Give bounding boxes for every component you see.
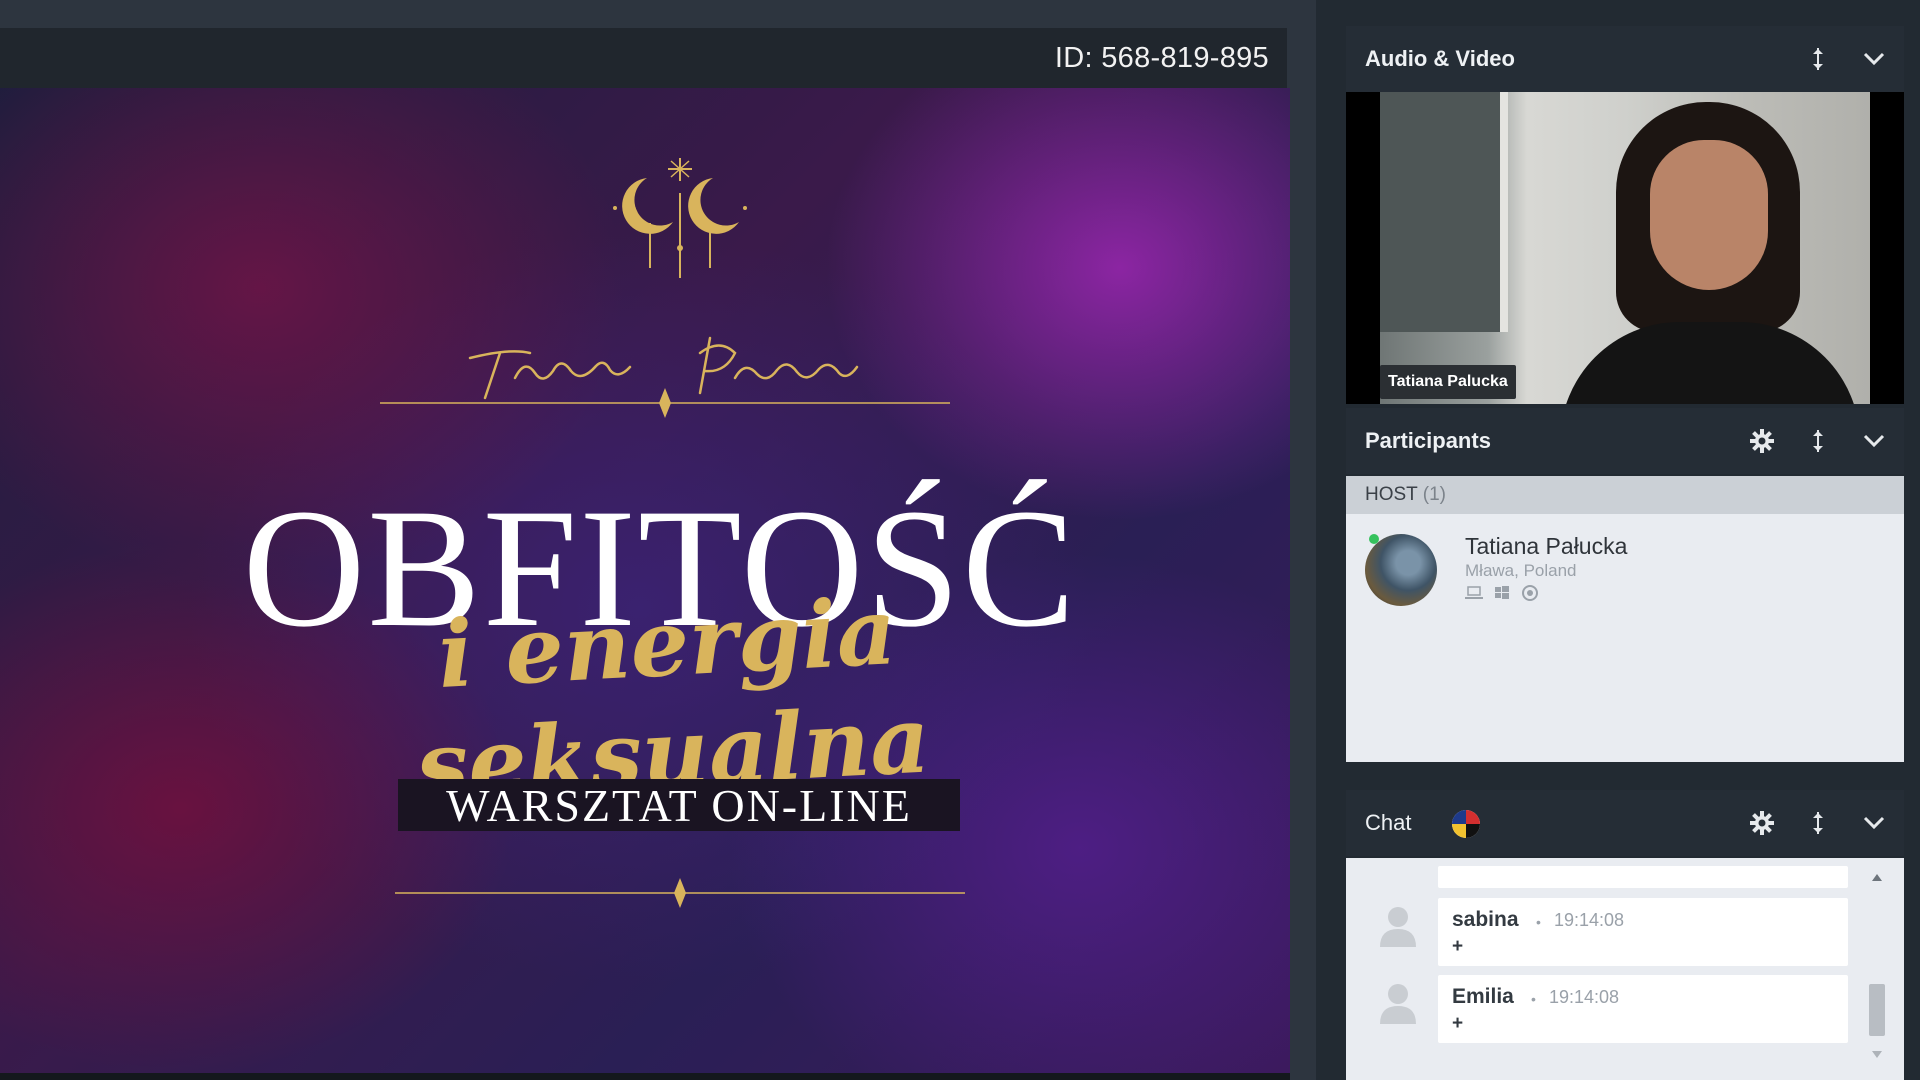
audio-video-title: Audio & Video: [1365, 46, 1515, 71]
chat-messages[interactable]: sabina • 19:14:08 + Emilia • 19:14:08 +: [1346, 858, 1904, 1080]
chat-message: Emilia • 19:14:08 +: [1438, 975, 1848, 1043]
background-window: [1380, 92, 1508, 332]
presentation-slide: OBFITOŚĆ i energia seksualna WARSZTAT ON…: [0, 88, 1290, 1073]
chevron-down-icon[interactable]: [1860, 45, 1888, 73]
participant-location: Mława, Poland: [1465, 561, 1577, 580]
participants-title: Participants: [1365, 428, 1491, 453]
audio-video-header[interactable]: Audio & Video: [1346, 26, 1904, 92]
person-body: [1560, 322, 1860, 404]
video-name-label: Tatiana Palucka: [1380, 365, 1516, 399]
participant-devices: [1465, 584, 1539, 602]
webcam-image: [1380, 92, 1870, 404]
ornament-divider-bottom: [395, 878, 965, 908]
language-flag-icon[interactable]: [1451, 809, 1481, 839]
ornament-divider-top: [380, 388, 950, 418]
scroll-down-icon[interactable]: [1871, 1050, 1883, 1060]
chevron-down-icon[interactable]: [1860, 427, 1888, 455]
scroll-up-icon[interactable]: [1871, 872, 1883, 882]
chevron-down-icon[interactable]: [1860, 809, 1888, 837]
participant-row[interactable]: Tatiana Pałucka Mława, Poland: [1346, 533, 1904, 614]
windows-icon: [1493, 584, 1511, 602]
top-strip: [0, 0, 1316, 28]
user-avatar-icon: [1380, 907, 1416, 947]
pin-icon[interactable]: [1804, 427, 1832, 455]
chrome-icon: [1521, 584, 1539, 602]
chat-author: sabina: [1452, 908, 1519, 931]
person-face: [1650, 140, 1768, 290]
separator-dot: •: [1536, 914, 1541, 930]
chat-text: +: [1452, 936, 1464, 957]
chat-header[interactable]: Chat: [1346, 790, 1904, 856]
pin-icon[interactable]: [1804, 809, 1832, 837]
gear-icon[interactable]: [1748, 427, 1776, 455]
chat-time: 19:14:08: [1554, 910, 1625, 930]
online-status-dot: [1369, 534, 1379, 544]
laptop-icon: [1465, 584, 1483, 602]
host-count: (1): [1422, 484, 1447, 505]
gear-icon[interactable]: [1748, 809, 1776, 837]
screen-share-area: ID: 568-819-895 OBFITOŚĆ i energia seksu…: [0, 0, 1316, 1080]
participants-header[interactable]: Participants: [1346, 408, 1904, 474]
workshop-badge: WARSZTAT ON-LINE: [398, 779, 960, 831]
participant-name: Tatiana Pałucka: [1465, 533, 1628, 559]
pin-icon[interactable]: [1804, 45, 1832, 73]
chat-time: 19:14:08: [1549, 987, 1620, 1007]
host-label: HOST: [1365, 484, 1418, 505]
slide-bottom-edge: [0, 1073, 1290, 1080]
chat-text: +: [1452, 1013, 1464, 1034]
meeting-id: ID: 568-819-895: [1054, 42, 1269, 74]
participants-list: HOST (1) Tatiana Pałucka Mława, Poland: [1346, 476, 1904, 762]
video-feed[interactable]: Tatiana Palucka: [1346, 92, 1904, 404]
chat-scrollbar[interactable]: [1866, 872, 1888, 1072]
chat-message-partial: [1438, 866, 1848, 888]
separator-dot: •: [1531, 991, 1536, 1007]
chat-author: Emilia: [1452, 985, 1514, 1008]
crescent-moons-logo: [613, 158, 747, 278]
meeting-id-bar: ID: 568-819-895: [0, 28, 1287, 88]
chat-message: sabina • 19:14:08 +: [1438, 898, 1848, 966]
avatar: [1365, 534, 1437, 606]
host-group-header[interactable]: HOST (1): [1346, 476, 1904, 514]
chat-title: Chat: [1365, 810, 1412, 835]
workshop-badge-text: WARSZTAT ON-LINE: [446, 779, 912, 831]
scroll-thumb[interactable]: [1869, 984, 1885, 1036]
user-avatar-icon: [1380, 984, 1416, 1024]
